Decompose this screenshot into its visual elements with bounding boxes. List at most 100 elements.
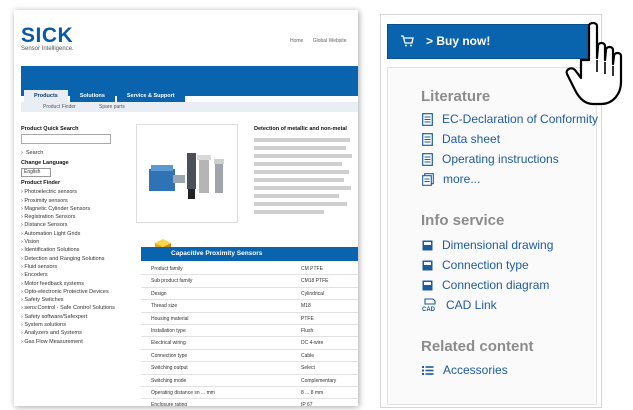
product-finder-item[interactable]: › Gas Flow Measurement — [21, 338, 139, 346]
tab-solutions[interactable]: Solutions — [69, 90, 115, 102]
document-icon — [422, 152, 433, 166]
buy-now-button[interactable]: > Buy now! — [387, 24, 589, 59]
product-finder-item[interactable]: › Identification Solutions — [21, 246, 139, 254]
spec-value: IP 67 — [301, 402, 313, 406]
spec-key: Switching mode — [151, 377, 187, 384]
cad-link-label: CAD Link — [446, 298, 497, 312]
connection-type-label: Connection type — [442, 258, 529, 272]
quick-search-input[interactable] — [21, 134, 111, 144]
spec-key: Sub product family — [151, 278, 193, 285]
ec-declaration-link[interactable]: EC-Declaration of Conformity — [422, 111, 598, 127]
product-finder-item[interactable]: › Registration Sensors — [21, 213, 139, 221]
operating-instructions-label: Operating instructions — [442, 152, 559, 166]
spec-key: Thread size — [151, 303, 178, 310]
search-label: Search — [25, 150, 44, 156]
product-finder-item[interactable]: › Safety Switches — [21, 296, 139, 304]
sensor-product-image — [149, 153, 224, 199]
spec-row: Connection type Cable — [141, 350, 358, 363]
product-finder-item[interactable]: › Detection and Ranging Solutions — [21, 255, 139, 263]
subnav-product-finder[interactable]: Product Finder — [43, 104, 76, 110]
dimensional-drawing-link[interactable]: Dimensional drawing — [422, 237, 553, 253]
tab-service-support[interactable]: Service & Support — [116, 90, 185, 102]
product-finder-item[interactable]: › Encoders — [21, 271, 139, 279]
ec-declaration-label: EC-Declaration of Conformity — [442, 112, 599, 126]
product-finder-item[interactable]: › Vision — [21, 238, 139, 246]
spec-row: Sub product family CM18 PTFE — [141, 275, 358, 288]
product-finder-item[interactable]: › Fluid sensors — [21, 263, 139, 271]
product-finder-item-label: System solutions — [24, 322, 66, 329]
hand-pointer-icon — [565, 21, 623, 106]
product-finder-heading: Product Finder — [21, 180, 61, 187]
document-icon — [422, 112, 433, 126]
operating-instructions-link[interactable]: Operating instructions — [422, 151, 559, 167]
spec-value: Cylindrical — [301, 290, 325, 297]
spec-row: Thread size M18 — [141, 300, 358, 313]
spec-value: Select — [301, 365, 315, 372]
spec-key: Installation type — [151, 327, 186, 334]
spec-table: Product family CM PTFE Sub product family C… — [141, 263, 358, 406]
left-sidebar: Product Quick Search › Search Change Lan… — [21, 126, 139, 346]
spec-value: M18 — [301, 303, 311, 310]
section-header-bar: Capacitive Proximity Sensors — [141, 247, 358, 261]
product-finder-item-label: Automation Light Grids — [24, 230, 81, 237]
product-finder-item[interactable]: › Automation Light Grids — [21, 230, 139, 238]
product-finder-item-label: Opto-electronic Protective Devices — [24, 288, 109, 295]
accessories-label: Accessories — [443, 363, 508, 377]
product-finder-item-label: Vision — [24, 239, 40, 246]
svg-text:CAD: CAD — [422, 307, 436, 312]
spec-value: Cable — [301, 352, 315, 359]
spec-row: Enclosure rating IP 67 — [141, 399, 358, 406]
accessories-link[interactable]: Accessories — [422, 362, 508, 378]
spec-row: Operating distance sn ... mm 8 ... 8 mm — [141, 387, 358, 400]
logo-tagline: Sensor Intelligence. — [21, 46, 74, 52]
spec-value: DC 4-wire — [301, 340, 324, 347]
quick-search-heading: Product Quick Search — [21, 126, 79, 132]
spec-value: CM PTFE — [301, 266, 323, 272]
documents-icon — [422, 172, 434, 186]
product-finder-item[interactable]: › Opto-electronic Protective Devices — [21, 288, 139, 296]
product-finder-item-label: Gas Flow Measurement — [24, 338, 83, 345]
cart-icon — [401, 35, 414, 47]
product-finder-item-label: sens:Control - Safe Control Solutions — [24, 305, 115, 312]
connection-diagram-link[interactable]: Connection diagram — [422, 277, 549, 293]
spec-row: Design Cylindrical — [141, 288, 358, 301]
literature-heading: Literature — [421, 88, 491, 105]
home-link[interactable]: Home — [290, 38, 303, 44]
spec-row: Housing material PTFE — [141, 313, 358, 325]
change-language-heading: Change Language — [21, 160, 69, 167]
data-sheet-link[interactable]: Data sheet — [422, 131, 500, 147]
language-select[interactable]: English — [21, 168, 51, 178]
product-finder-item[interactable]: › System solutions — [21, 321, 139, 329]
product-finder-item[interactable]: › Photoelectric sensors — [21, 188, 139, 196]
spec-row: Switching mode Complementary — [141, 375, 358, 387]
spec-key: Design — [151, 290, 167, 297]
search-link[interactable]: › Search — [21, 149, 139, 157]
product-finder-item[interactable]: › Motor feedback systems — [21, 280, 139, 288]
connection-type-link[interactable]: Connection type — [422, 257, 529, 273]
more-label: more... — [443, 172, 481, 186]
tab-products[interactable]: Products — [24, 90, 68, 102]
product-finder-item[interactable]: › Safety software/Safexpert — [21, 313, 139, 321]
product-finder-item[interactable]: › Proximity sensors — [21, 197, 139, 205]
spec-key: Operating distance sn ... mm — [151, 389, 215, 396]
product-finder-item[interactable]: › Magnetic Cylinder Sensors — [21, 205, 139, 213]
spec-row: Installation type Flush — [141, 325, 358, 338]
cad-link[interactable]: CAD CAD Link — [422, 297, 497, 313]
subnav-spare-parts[interactable]: Spare parts — [99, 104, 125, 110]
product-finder-item[interactable]: › Analyzers and Systems — [21, 329, 139, 337]
global-website-link[interactable]: Global Website — [313, 38, 347, 44]
product-finder-item-label: Distance Sensors — [24, 222, 68, 229]
list-icon — [422, 365, 434, 375]
more-literature-link[interactable]: more... — [422, 171, 480, 187]
buy-now-label: > Buy now! — [426, 34, 491, 48]
spec-key: Housing material — [151, 315, 189, 322]
spec-value: Flush — [301, 327, 314, 334]
product-finder-item[interactable]: › Distance Sensors — [21, 221, 139, 229]
spec-key: Connection type — [151, 352, 188, 359]
product-finder-item-label: Registration Sensors — [24, 214, 76, 221]
dimensional-drawing-label: Dimensional drawing — [442, 238, 554, 252]
top-links: Home Global Website — [290, 38, 355, 44]
product-finder-item[interactable]: › sens:Control - Safe Control Solutions — [21, 304, 139, 312]
spec-row: Product family CM PTFE — [141, 263, 358, 276]
website-screenshot: SICK Sensor Intelligence. Home Global We… — [14, 10, 358, 406]
